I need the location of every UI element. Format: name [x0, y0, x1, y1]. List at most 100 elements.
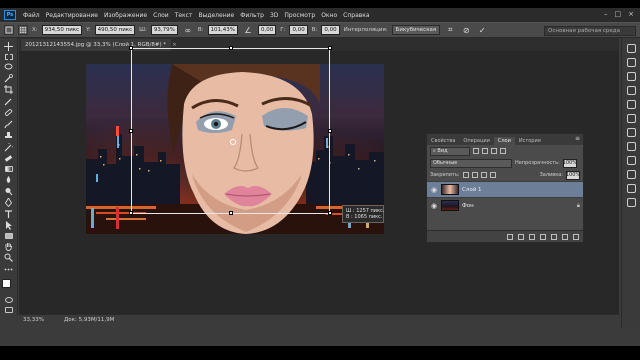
- lasso-tool-icon[interactable]: [3, 63, 15, 71]
- transform-handle-bottom[interactable]: [229, 211, 233, 215]
- menu-type[interactable]: Текст: [172, 12, 196, 19]
- shape-tool-icon[interactable]: [3, 232, 15, 239]
- transform-handle-top[interactable]: [229, 46, 233, 50]
- eye-icon[interactable]: ◉: [430, 186, 438, 194]
- free-transform-bounding-box[interactable]: [129, 46, 332, 215]
- transform-reference-point-icon[interactable]: [230, 139, 236, 145]
- move-tool-icon[interactable]: [3, 41, 15, 51]
- history-brush-tool-icon[interactable]: [3, 142, 15, 152]
- tab-history[interactable]: История: [515, 137, 545, 145]
- filter-adjustment-icon[interactable]: [482, 148, 488, 154]
- menu-3d[interactable]: 3D: [267, 12, 281, 19]
- workspace-select[interactable]: Основная рабочая среда: [544, 26, 636, 36]
- healing-brush-tool-icon[interactable]: [3, 108, 15, 117]
- transform-handle-top-right[interactable]: [328, 46, 332, 50]
- horizontal-skew-field[interactable]: 0,00: [289, 25, 308, 35]
- lock-transparent-icon[interactable]: [462, 172, 469, 178]
- commit-transform-button[interactable]: ✓: [476, 26, 488, 35]
- layers-panel-icon[interactable]: [626, 114, 636, 123]
- gradient-tool-icon[interactable]: [3, 166, 15, 173]
- maximize-button[interactable]: □: [615, 10, 622, 18]
- paragraph-panel-icon[interactable]: [626, 184, 636, 193]
- cancel-transform-button[interactable]: ⊘: [460, 26, 472, 35]
- lock-image-icon[interactable]: [471, 172, 478, 178]
- pen-tool-icon[interactable]: [3, 198, 15, 208]
- adjustments-panel-icon[interactable]: [626, 72, 636, 81]
- screen-mode-icon[interactable]: [3, 306, 15, 313]
- fill-field[interactable]: 100%: [566, 170, 580, 180]
- transform-handle-right[interactable]: [328, 129, 332, 133]
- y-position-field[interactable]: 490,50 пикс: [94, 25, 136, 35]
- tab-layers[interactable]: Слои: [493, 137, 515, 145]
- menu-file[interactable]: Файл: [20, 12, 43, 19]
- layer-row-layer1[interactable]: ◉ Слой 1: [427, 181, 583, 197]
- zoom-tool-icon[interactable]: [3, 253, 15, 263]
- menu-help[interactable]: Справка: [340, 12, 372, 19]
- character-panel-icon[interactable]: [626, 170, 636, 179]
- swatches-panel-icon[interactable]: [626, 58, 636, 67]
- tab-properties[interactable]: Свойства: [427, 137, 459, 145]
- link-layers-icon[interactable]: [507, 233, 513, 240]
- layer-filter-select[interactable]: ⌕ Вид: [430, 146, 470, 156]
- menu-edit[interactable]: Редактирование: [43, 12, 101, 19]
- styles-panel-icon[interactable]: [626, 86, 636, 95]
- crop-tool-icon[interactable]: [3, 85, 15, 95]
- menu-window[interactable]: Окно: [318, 12, 340, 19]
- 3d-panel-icon[interactable]: [626, 198, 636, 207]
- channels-panel-icon[interactable]: [626, 128, 636, 137]
- warp-mode-icon[interactable]: ⌗: [444, 25, 456, 35]
- more-tools-icon[interactable]: [3, 265, 15, 274]
- color-panel-icon[interactable]: [626, 44, 636, 53]
- eraser-tool-icon[interactable]: [3, 154, 15, 163]
- menu-view[interactable]: Просмотр: [281, 12, 318, 19]
- eye-icon[interactable]: ◉: [430, 202, 438, 210]
- add-mask-icon[interactable]: [529, 233, 535, 240]
- vertical-skew-field[interactable]: 0,00: [321, 25, 340, 35]
- filter-pixel-icon[interactable]: [473, 148, 479, 154]
- lock-all-icon[interactable]: [489, 172, 496, 178]
- reference-point-grid-icon[interactable]: [18, 25, 28, 35]
- zoom-level-field[interactable]: 33,33%: [23, 317, 44, 323]
- rotate-angle-field[interactable]: 0,00: [257, 25, 277, 35]
- tab-actions[interactable]: Операции: [459, 137, 493, 145]
- quick-select-tool-icon[interactable]: [3, 73, 15, 83]
- paths-panel-icon[interactable]: [626, 142, 636, 151]
- hand-tool-icon[interactable]: [3, 242, 15, 251]
- quick-mask-icon[interactable]: [3, 297, 15, 304]
- transform-handle-bottom-left[interactable]: [129, 211, 133, 215]
- height-percent-field[interactable]: 101,43%: [207, 25, 238, 35]
- clone-stamp-tool-icon[interactable]: [3, 131, 15, 140]
- filter-shape-icon[interactable]: [500, 148, 506, 154]
- transform-handle-bottom-right[interactable]: [328, 211, 332, 215]
- transform-tool-preset-icon[interactable]: [4, 25, 14, 35]
- foreground-color-swatch[interactable]: [1, 278, 11, 288]
- eyedropper-tool-icon[interactable]: [3, 97, 15, 106]
- width-percent-field[interactable]: 93,79%: [150, 25, 178, 35]
- panel-menu-icon[interactable]: ≡: [575, 135, 580, 142]
- brush-panel-icon[interactable]: [626, 156, 636, 165]
- brush-tool-icon[interactable]: [3, 120, 15, 129]
- lock-position-icon[interactable]: [480, 172, 487, 178]
- blend-mode-select[interactable]: Обычные: [430, 158, 512, 168]
- type-tool-icon[interactable]: [3, 209, 15, 219]
- menu-select[interactable]: Выделение: [195, 12, 237, 19]
- menu-image[interactable]: Изображение: [101, 12, 150, 19]
- color-swatches[interactable]: [1, 278, 16, 292]
- new-group-icon[interactable]: [551, 233, 557, 240]
- path-selection-tool-icon[interactable]: [3, 221, 15, 231]
- close-window-button[interactable]: ×: [628, 10, 634, 18]
- minimize-button[interactable]: –: [604, 10, 608, 18]
- menu-layer[interactable]: Слои: [150, 12, 172, 19]
- new-layer-icon[interactable]: [562, 233, 568, 240]
- interpolation-select[interactable]: Бикубическая: [391, 25, 441, 35]
- opacity-field[interactable]: 100%: [563, 158, 577, 168]
- transform-handle-left[interactable]: [129, 129, 133, 133]
- delete-layer-icon[interactable]: [573, 233, 579, 240]
- adjustment-layer-icon[interactable]: [540, 233, 546, 240]
- info-panel-icon[interactable]: [626, 100, 636, 109]
- dodge-tool-icon[interactable]: [3, 187, 15, 196]
- x-position-field[interactable]: 934,50 пикс: [41, 25, 83, 35]
- transform-handle-top-left[interactable]: [129, 46, 133, 50]
- layer-row-background[interactable]: ◉ Фон 🔒︎: [427, 197, 583, 213]
- layer-style-icon[interactable]: [518, 233, 524, 240]
